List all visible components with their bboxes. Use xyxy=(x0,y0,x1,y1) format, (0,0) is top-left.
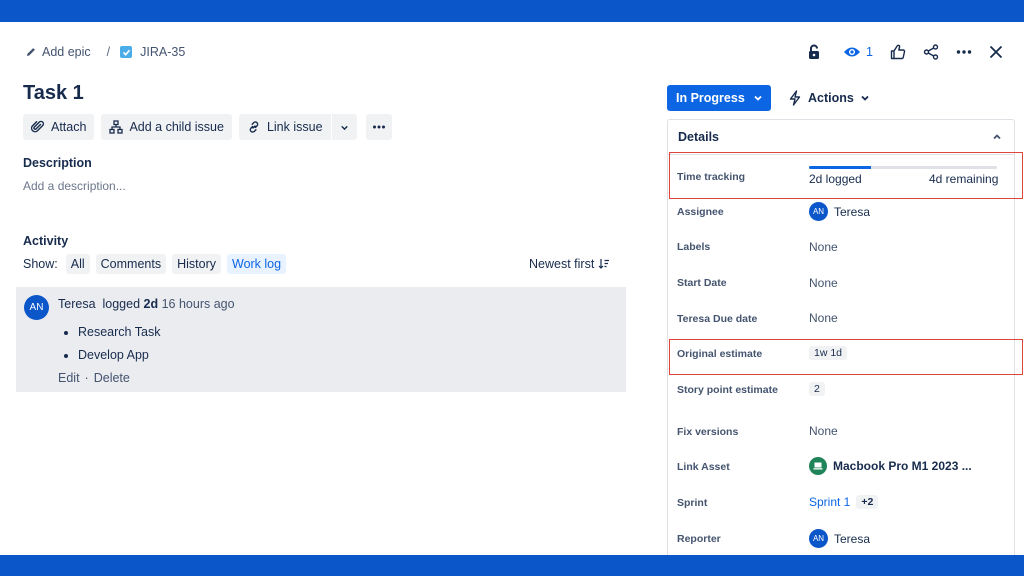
breadcrumb-separator: / xyxy=(106,45,111,59)
link-asset-name: Macbook Pro M1 2023 ... xyxy=(833,459,972,473)
description-input[interactable]: Add a description... xyxy=(23,179,126,193)
due-date-value[interactable]: None xyxy=(809,311,838,325)
list-item: Develop App xyxy=(78,348,160,362)
worklog-entry: AN Teresa logged 2d 16 hours ago Researc… xyxy=(16,287,626,392)
avatar: AN xyxy=(809,202,828,221)
link-issue-label: Link issue xyxy=(266,120,323,134)
link-asset-label: Link Asset xyxy=(677,461,730,473)
paperclip-icon xyxy=(31,120,45,133)
activity-heading: Activity xyxy=(23,234,69,248)
breadcrumb: Add epic / JIRA-35 xyxy=(25,45,185,59)
avatar: AN xyxy=(24,295,49,320)
story-points-value[interactable]: 2 xyxy=(809,382,825,396)
sprint-link[interactable]: Sprint 1 xyxy=(809,495,850,509)
assignee-label: Assignee xyxy=(677,206,724,218)
chevron-down-icon xyxy=(340,125,348,130)
worklog-action: logged xyxy=(102,297,141,311)
worklog-meta: Teresa logged 2d 16 hours ago xyxy=(58,297,235,311)
labels-label: Labels xyxy=(677,241,711,253)
sprint-extra-badge[interactable]: +2 xyxy=(856,495,879,509)
sort-button[interactable]: Newest first xyxy=(529,257,610,271)
close-icon[interactable] xyxy=(989,45,1003,59)
actions-dropdown[interactable]: Actions xyxy=(788,85,870,111)
worklog-user[interactable]: Teresa xyxy=(58,297,96,311)
delete-link[interactable]: Delete xyxy=(94,371,130,385)
link-asset-value[interactable]: Macbook Pro M1 2023 ... xyxy=(809,457,972,475)
link-issue-button[interactable]: Link issue xyxy=(238,114,331,140)
worklog-actions: Edit · Delete xyxy=(58,371,130,385)
page-title[interactable]: Task 1 xyxy=(23,82,84,105)
link-issue-group: Link issue xyxy=(238,114,357,140)
avatar: AN xyxy=(809,529,828,548)
assignee-name: Teresa xyxy=(834,204,871,219)
issue-header-icons: 1 xyxy=(805,43,1003,61)
more-actions-button[interactable] xyxy=(365,114,392,140)
watch-count: 1 xyxy=(866,45,873,59)
original-estimate-highlight xyxy=(669,339,1023,375)
fix-versions-label: Fix versions xyxy=(677,426,739,438)
laptop-icon xyxy=(809,457,827,475)
more-options-icon[interactable] xyxy=(956,44,972,60)
action-separator: · xyxy=(84,371,89,385)
worklog-time: 16 hours ago xyxy=(161,297,235,311)
lightning-icon xyxy=(789,90,801,106)
chevron-up-icon xyxy=(993,134,1001,140)
thumbs-up-icon[interactable] xyxy=(890,44,906,60)
bottom-brand-bar xyxy=(0,555,1024,576)
task-type-icon xyxy=(120,46,133,58)
reporter-label: Reporter xyxy=(677,533,721,545)
story-points-lozenge: 2 xyxy=(809,382,825,396)
top-brand-bar xyxy=(0,0,1024,22)
reporter-name: Teresa xyxy=(834,531,871,546)
sprint-value[interactable]: Sprint 1 +2 xyxy=(809,495,879,509)
sort-label: Newest first xyxy=(529,257,595,271)
attach-button[interactable]: Attach xyxy=(23,114,95,140)
watch-button[interactable]: 1 xyxy=(843,45,873,59)
attach-label: Attach xyxy=(51,120,87,134)
actions-label: Actions xyxy=(808,91,854,105)
description-heading: Description xyxy=(23,156,92,170)
more-dots-icon xyxy=(372,125,385,129)
add-epic-link[interactable]: Add epic xyxy=(42,45,91,59)
edit-link[interactable]: Edit xyxy=(58,371,80,385)
time-tracking-highlight xyxy=(669,152,1023,199)
details-title: Details xyxy=(678,130,719,144)
add-child-issue-button[interactable]: Add a child issue xyxy=(101,114,232,140)
lock-icon[interactable] xyxy=(805,43,823,61)
status-label: In Progress xyxy=(676,91,745,105)
add-child-issue-label: Add a child issue xyxy=(129,120,224,134)
status-dropdown[interactable]: In Progress xyxy=(667,85,771,111)
reporter-value[interactable]: AN Teresa xyxy=(809,529,870,548)
activity-filter-row: Show: All Comments History Work log xyxy=(23,254,287,274)
eye-icon xyxy=(844,47,860,57)
fix-versions-value[interactable]: None xyxy=(809,424,838,438)
filter-work-log[interactable]: Work log xyxy=(227,254,287,274)
chevron-down-icon xyxy=(754,95,762,101)
issue-toolbar: Attach Add a child issue Link issue xyxy=(23,114,392,140)
due-date-label: Teresa Due date xyxy=(677,313,758,325)
details-header[interactable]: Details xyxy=(668,120,1014,155)
labels-value[interactable]: None xyxy=(809,240,838,254)
story-points-label: Story point estimate xyxy=(677,384,778,396)
sort-icon xyxy=(598,259,610,269)
assignee-value[interactable]: AN Teresa xyxy=(809,202,870,221)
worklog-amount: 2d xyxy=(143,297,159,311)
filter-all[interactable]: All xyxy=(65,254,90,274)
pencil-icon xyxy=(27,48,35,56)
filter-history[interactable]: History xyxy=(172,254,221,274)
link-issue-dropdown[interactable] xyxy=(331,114,357,140)
start-date-label: Start Date xyxy=(677,277,727,289)
share-icon[interactable] xyxy=(923,44,939,60)
hierarchy-icon xyxy=(109,120,124,134)
sprint-label: Sprint xyxy=(677,497,708,509)
chevron-down-icon xyxy=(861,95,869,101)
worklog-items: Research Task Develop App xyxy=(78,325,160,371)
show-label: Show: xyxy=(23,257,58,271)
filter-comments[interactable]: Comments xyxy=(95,254,167,274)
start-date-value[interactable]: None xyxy=(809,276,838,290)
issue-key-link[interactable]: JIRA-35 xyxy=(140,45,185,59)
list-item: Research Task xyxy=(78,325,160,339)
link-icon xyxy=(249,121,259,133)
